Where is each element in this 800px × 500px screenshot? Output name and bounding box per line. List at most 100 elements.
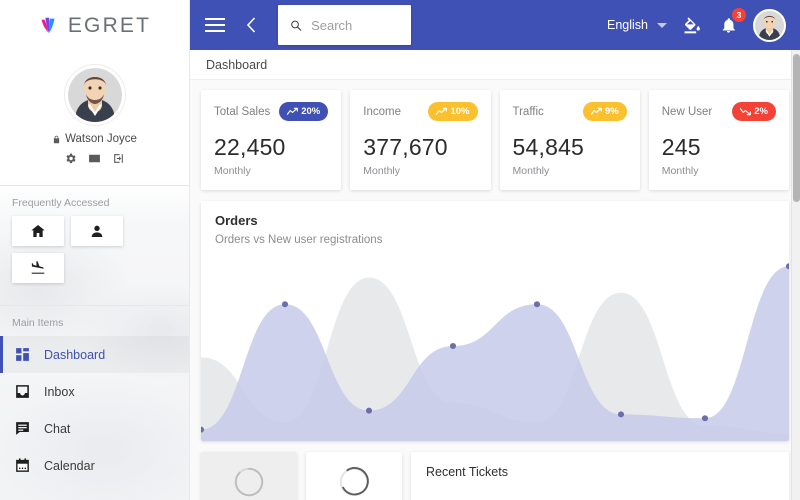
progress-ring-icon bbox=[234, 467, 264, 497]
recent-tickets-title: Recent Tickets bbox=[426, 465, 508, 479]
chevron-down-icon bbox=[657, 22, 667, 28]
topbar: English 3 bbox=[190, 0, 800, 50]
stat-card-traffic[interactable]: Traffic 9% 54,845 Monthly bbox=[499, 90, 640, 190]
sidebar-item-dashboard[interactable]: Dashboard bbox=[0, 336, 189, 373]
stat-value: 377,670 bbox=[363, 134, 448, 160]
sidebar-item-inbox[interactable]: Inbox bbox=[0, 373, 189, 410]
calendar-icon bbox=[16, 458, 29, 472]
stat-card-total-sales[interactable]: Total Sales 20% 22,450 Monthly bbox=[201, 90, 342, 190]
stat-delta: 10% bbox=[450, 106, 470, 117]
chart-data-point bbox=[365, 407, 373, 414]
chart-series-0 bbox=[201, 266, 789, 441]
chart-subtitle: Orders vs New user registrations bbox=[215, 234, 383, 246]
sidebar-item-chat[interactable]: Chat bbox=[0, 410, 189, 447]
quick-tile-home[interactable] bbox=[12, 216, 64, 246]
sidebar-item-calendar[interactable]: Calendar bbox=[0, 447, 189, 484]
stat-value: 245 bbox=[661, 134, 701, 160]
breadcrumb-label: Dashboard bbox=[206, 57, 268, 72]
format-color-fill-icon bbox=[684, 17, 700, 34]
breadcrumb: Dashboard bbox=[190, 50, 800, 80]
brand[interactable]: EGRET bbox=[0, 0, 189, 52]
chevron-left-icon bbox=[246, 17, 256, 33]
loader-card-right[interactable] bbox=[306, 452, 402, 500]
stat-sub: Monthly bbox=[661, 165, 699, 177]
stat-sub: Monthly bbox=[214, 165, 251, 177]
status-badge: 20% bbox=[279, 102, 329, 121]
gear-icon[interactable] bbox=[64, 152, 77, 165]
stat-sub: Monthly bbox=[363, 165, 401, 177]
content-area: Total Sales 20% 22,450 Monthly Income 10… bbox=[190, 80, 800, 500]
topbar-avatar[interactable] bbox=[753, 8, 786, 42]
orders-area-chart bbox=[201, 263, 789, 441]
home-icon bbox=[31, 225, 45, 237]
orders-chart-header: Orders Orders vs New user registrations bbox=[201, 201, 789, 246]
quick-access-tiles bbox=[0, 216, 189, 295]
recent-tickets-card: Recent Tickets bbox=[411, 452, 789, 500]
stat-cards-row: Total Sales 20% 22,450 Monthly Income 10… bbox=[201, 90, 789, 190]
theme-button[interactable] bbox=[681, 14, 703, 36]
sidebar-item-label: Chat bbox=[44, 421, 71, 436]
chat-icon bbox=[16, 422, 29, 435]
quick-tile-profile[interactable] bbox=[71, 216, 123, 246]
dashboard-app: EGRET Watson Joyce Frequently Accessed M… bbox=[0, 0, 800, 500]
notifications-button[interactable]: 3 bbox=[717, 8, 746, 36]
chart-title: Orders bbox=[215, 213, 258, 228]
stat-delta: 20% bbox=[301, 106, 321, 117]
stat-card-income[interactable]: Income 10% 377,670 Monthly bbox=[350, 90, 491, 190]
hamburger-menu-icon bbox=[205, 18, 225, 32]
orders-chart-card: Orders Orders vs New user registrations bbox=[201, 201, 789, 441]
profile-actions bbox=[0, 152, 189, 165]
sidebar-nav: Dashboard Inbox Chat Calendar bbox=[0, 336, 189, 488]
avatar[interactable] bbox=[63, 64, 126, 126]
sidebar-item-label: Inbox bbox=[44, 384, 75, 399]
stat-header: Total Sales 20% bbox=[214, 102, 329, 121]
stat-delta: 9% bbox=[605, 106, 619, 117]
hamburger-menu-button[interactable] bbox=[204, 14, 226, 36]
bottom-row: Recent Tickets bbox=[201, 452, 789, 500]
chart-data-point bbox=[617, 411, 625, 418]
stat-delta: 2% bbox=[754, 106, 768, 117]
search-icon bbox=[291, 20, 302, 31]
chart-data-point bbox=[449, 343, 457, 349]
lock-icon bbox=[53, 135, 60, 143]
brand-name: EGRET bbox=[67, 14, 152, 37]
stat-title: New User bbox=[661, 105, 713, 118]
sidebar-item-label: Dashboard bbox=[44, 347, 106, 362]
logout-icon[interactable] bbox=[112, 152, 125, 165]
sidebar: EGRET Watson Joyce Frequently Accessed M… bbox=[0, 0, 190, 500]
avatar-image bbox=[67, 68, 122, 122]
trend-down-icon bbox=[740, 108, 752, 116]
main-area: English 3 bbox=[190, 0, 800, 500]
language-label: English bbox=[607, 18, 648, 32]
search-input[interactable] bbox=[311, 17, 399, 33]
stat-sub: Monthly bbox=[512, 165, 550, 177]
language-selector[interactable]: English bbox=[607, 18, 667, 32]
loader-card-left[interactable] bbox=[201, 452, 297, 500]
vertical-scrollbar[interactable] bbox=[791, 50, 800, 500]
user-avatar-icon bbox=[755, 10, 784, 40]
inbox-icon bbox=[16, 385, 29, 398]
trend-up-icon bbox=[591, 107, 602, 115]
back-button[interactable] bbox=[240, 14, 262, 36]
quick-tile-flights[interactable] bbox=[12, 253, 64, 283]
profile-name-row: Watson Joyce bbox=[0, 133, 189, 145]
chart-data-point bbox=[281, 301, 289, 308]
stat-card-new-user[interactable]: New User 2% 245 Monthly bbox=[648, 90, 789, 190]
chart-data-point bbox=[533, 301, 541, 308]
status-badge: 9% bbox=[583, 102, 627, 121]
stat-title: Income bbox=[363, 105, 401, 118]
frequently-accessed-label: Frequently Accessed bbox=[12, 197, 110, 209]
stat-value: 22,450 bbox=[214, 134, 286, 160]
dashboard-icon bbox=[16, 348, 29, 361]
status-badge: 2% bbox=[732, 102, 776, 121]
trend-up-icon bbox=[287, 107, 299, 115]
notification-badge: 3 bbox=[732, 8, 746, 22]
mail-icon[interactable] bbox=[88, 152, 101, 165]
flight-land-icon bbox=[31, 261, 45, 274]
profile-block: Watson Joyce bbox=[0, 52, 189, 175]
profile-name: Watson Joyce bbox=[65, 133, 137, 145]
trend-up-icon bbox=[436, 107, 448, 115]
sidebar-item-label: Calendar bbox=[44, 458, 95, 473]
scrollbar-thumb[interactable] bbox=[793, 54, 800, 202]
search-box[interactable] bbox=[278, 5, 411, 45]
